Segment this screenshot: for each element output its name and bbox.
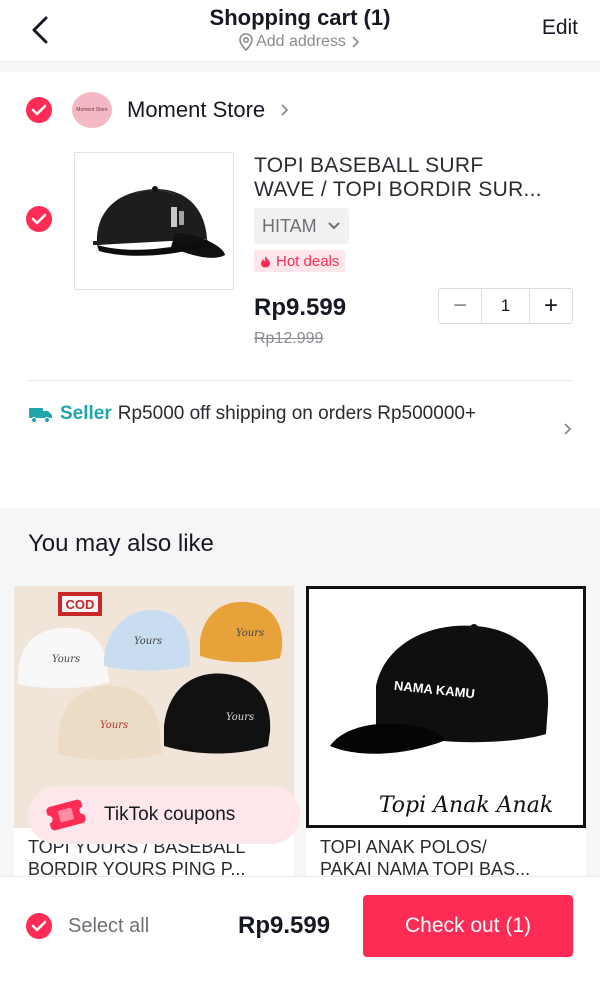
svg-text:Yours: Yours xyxy=(134,636,162,647)
variant-selector[interactable]: HITAM xyxy=(254,208,349,244)
product-title-line2: WAVE / TOPI BORDIR SUR... xyxy=(254,178,542,201)
product-image[interactable] xyxy=(74,152,234,290)
chevron-down-icon xyxy=(327,222,340,230)
decrease-button[interactable]: − xyxy=(439,289,481,323)
shipping-text: Rp5000 off shipping on orders Rp500000+ xyxy=(117,403,477,424)
select-all-label: Select all xyxy=(68,914,150,937)
tiktok-coupons-button[interactable]: TikTok coupons xyxy=(28,786,300,844)
add-address-label: Add address xyxy=(256,33,346,50)
edit-button[interactable]: Edit xyxy=(542,16,578,40)
store-header[interactable]: Moment Store Moment Store xyxy=(26,92,291,128)
product-title-line1: TOPI BASEBALL SURF xyxy=(254,154,484,177)
product-title[interactable]: TOPI BASEBALL SURF WAVE / TOPI BORDIR SU… xyxy=(254,154,584,202)
quantity-stepper: − 1 + xyxy=(438,288,573,324)
truck-icon xyxy=(29,408,52,423)
script-text: Topi Anak Anak xyxy=(379,793,553,818)
black-cap-image xyxy=(93,186,225,258)
store-name[interactable]: Moment Store xyxy=(127,97,265,123)
store-checkbox[interactable] xyxy=(26,97,52,123)
hot-deals-badge: Hot deals xyxy=(254,250,346,272)
select-all-toggle[interactable]: Select all xyxy=(26,913,149,939)
item-price: Rp9.599 xyxy=(254,294,347,321)
quantity-value[interactable]: 1 xyxy=(481,289,530,323)
svg-text:Yours: Yours xyxy=(52,654,80,665)
store-logo: Moment Store xyxy=(72,92,112,128)
seller-label: Seller xyxy=(60,403,112,424)
coupon-icon xyxy=(44,799,88,831)
recommendations-title: You may also like xyxy=(28,530,214,557)
hot-deals-label: Hot deals xyxy=(276,252,340,270)
store-card: Moment Store Moment Store TOPI BASEBALL … xyxy=(0,72,600,472)
svg-text:Yours: Yours xyxy=(226,712,254,723)
section-gap xyxy=(0,62,600,72)
svg-text:Yours: Yours xyxy=(100,720,128,731)
original-price: Rp12.999 xyxy=(254,330,324,347)
increase-button[interactable]: + xyxy=(530,289,572,323)
variant-label: HITAM xyxy=(262,215,317,236)
item-checkbox[interactable] xyxy=(26,206,52,232)
header: Shopping cart (1) Add address Edit xyxy=(0,0,600,62)
cod-badge-text: COD xyxy=(66,597,95,612)
checkmark-icon xyxy=(31,920,47,932)
black-cap-name-image: NAMA KAMU Topi Anak Anak xyxy=(306,586,586,828)
location-pin-icon xyxy=(239,33,253,51)
checkout-bar: Select all Rp9.599 Check out (1) xyxy=(0,876,600,1000)
rec-item[interactable]: NAMA KAMU Topi Anak Anak TOPI ANAK POLOS… xyxy=(306,586,586,886)
divider xyxy=(28,380,572,381)
svg-text:Yours: Yours xyxy=(236,628,264,639)
chevron-right-icon xyxy=(562,420,574,443)
checkout-button[interactable]: Check out (1) xyxy=(363,895,573,957)
rec-item-title-line1: TOPI ANAK POLOS/ xyxy=(320,837,487,857)
chevron-right-icon xyxy=(352,36,360,48)
add-address-link[interactable]: Add address xyxy=(238,32,362,52)
chevron-right-icon xyxy=(279,101,291,119)
total-price: Rp9.599 xyxy=(238,912,331,939)
rec-item-image: NAMA KAMU Topi Anak Anak xyxy=(306,586,586,828)
fire-icon xyxy=(261,255,270,267)
shipping-promo[interactable]: Seller Rp5000 off shipping on orders Rp50… xyxy=(28,402,548,426)
checkmark-icon xyxy=(31,213,47,225)
coupon-label: TikTok coupons xyxy=(104,804,236,825)
store-logo-text: Moment Store xyxy=(76,107,108,113)
select-all-checkbox[interactable] xyxy=(26,913,52,939)
page-title: Shopping cart (1) xyxy=(209,5,391,30)
checkmark-icon xyxy=(31,104,47,116)
title-block: Shopping cart (1) Add address xyxy=(0,4,600,56)
